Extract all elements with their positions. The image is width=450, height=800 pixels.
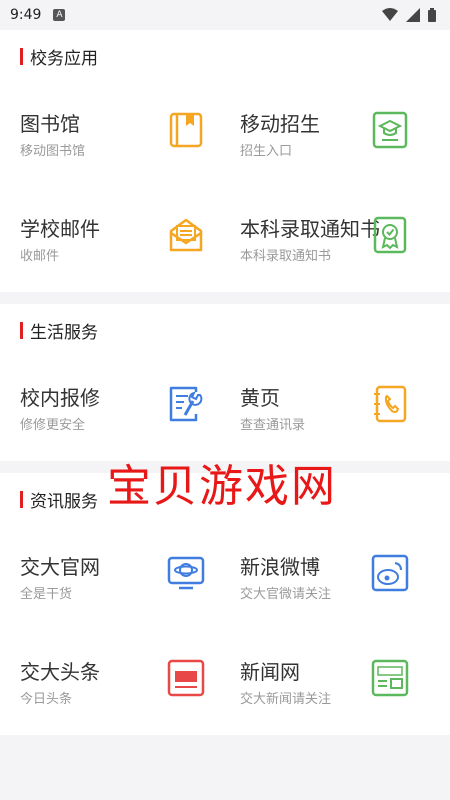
battery-icon — [428, 8, 436, 22]
section-accent-bar — [20, 321, 23, 339]
item-title: 黄页 — [240, 386, 280, 410]
news-icon — [371, 659, 409, 697]
item-subtitle: 查查通讯录 — [240, 418, 306, 433]
app-item-news[interactable]: 新闻网 交大新闻请关注 — [225, 630, 450, 735]
app-item-toutiao[interactable]: 交大头条 今日头条 — [0, 630, 225, 735]
status-time: 9:49 — [10, 7, 42, 23]
graduation-cap-icon — [372, 111, 408, 149]
item-title: 图书馆 — [20, 112, 80, 136]
book-icon — [169, 112, 203, 148]
item-subtitle: 修修更安全 — [20, 418, 86, 433]
section-school-apps: 校务应用 图书馆 移动图书馆 移动招生 招生入口 学校邮件 收邮件 本科录取通知… — [0, 30, 450, 292]
item-title: 移动招生 — [240, 112, 320, 136]
phone-book-icon — [374, 385, 407, 423]
toutiao-icon — [167, 659, 205, 697]
item-title: 交大头条 — [20, 660, 100, 684]
item-title: 新浪微博 — [240, 555, 320, 579]
item-title: 交大官网 — [20, 555, 100, 579]
app-item-admission-letter[interactable]: 本科录取通知书 本科录取通知书 — [225, 187, 450, 292]
item-subtitle: 交大新闻请关注 — [240, 692, 332, 707]
notification-badge: A — [53, 9, 66, 21]
app-item-weibo[interactable]: 新浪微博 交大官微请关注 — [225, 525, 450, 630]
section-accent-bar — [20, 47, 23, 65]
cell-signal-icon — [406, 8, 420, 22]
app-item-library[interactable]: 图书馆 移动图书馆 — [0, 82, 225, 187]
app-item-school-mail[interactable]: 学校邮件 收邮件 — [0, 187, 225, 292]
item-subtitle: 全是干货 — [20, 587, 73, 602]
status-bar: 9:49 A — [0, 0, 450, 30]
item-subtitle: 招生入口 — [240, 144, 293, 159]
app-item-repair[interactable]: 校内报修 修修更安全 — [0, 356, 225, 461]
app-item-admission[interactable]: 移动招生 招生入口 — [225, 82, 450, 187]
section-title: 资讯服务 — [30, 491, 98, 512]
item-subtitle: 移动图书馆 — [20, 144, 86, 159]
item-title: 新闻网 — [240, 660, 300, 684]
section-life-services: 生活服务 校内报修 修修更安全 黄页 查查通讯录 — [0, 304, 450, 461]
mail-icon — [169, 218, 203, 252]
wifi-icon — [382, 8, 398, 21]
app-item-yellow-pages[interactable]: 黄页 查查通讯录 — [225, 356, 450, 461]
section-accent-bar — [20, 490, 23, 508]
certificate-icon — [373, 216, 407, 254]
section-title: 生活服务 — [30, 322, 98, 343]
item-title: 学校邮件 — [20, 217, 100, 241]
section-header: 校务应用 — [0, 30, 450, 82]
planet-monitor-icon — [167, 556, 205, 590]
section-header: 生活服务 — [0, 304, 450, 356]
section-title: 校务应用 — [30, 48, 98, 69]
item-subtitle: 今日头条 — [20, 692, 73, 707]
item-title: 校内报修 — [20, 386, 100, 410]
item-subtitle: 交大官微请关注 — [240, 587, 332, 602]
watermark-text: 宝贝游戏网 — [107, 461, 337, 512]
wrench-document-icon — [169, 386, 203, 422]
item-subtitle: 本科录取通知书 — [240, 249, 332, 264]
app-item-official-site[interactable]: 交大官网 全是干货 — [0, 525, 225, 630]
weibo-icon — [371, 554, 409, 592]
item-title: 本科录取通知书 — [240, 217, 380, 241]
item-subtitle: 收邮件 — [20, 249, 60, 264]
